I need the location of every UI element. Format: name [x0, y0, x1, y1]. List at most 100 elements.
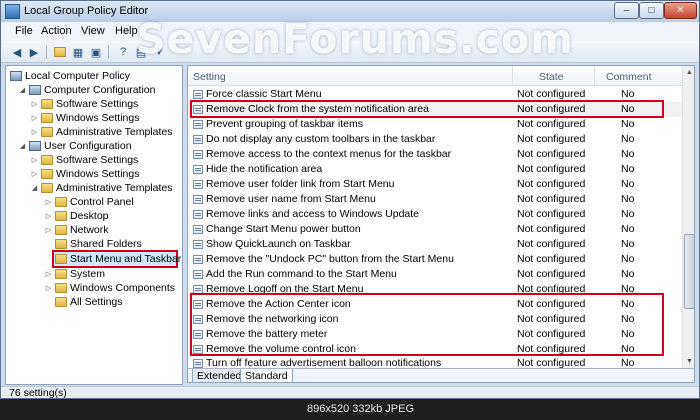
vertical-scrollbar[interactable]: ▲ ▼ — [682, 66, 694, 368]
tree-node-windows-settings[interactable]: ▷ Windows Settings — [30, 167, 140, 181]
folder-icon — [55, 225, 67, 235]
setting-row[interactable]: Do not display any custom toolbars in th… — [188, 132, 682, 147]
tree-node-start-menu-and-taskbar[interactable]: Start Menu and Taskbar — [44, 252, 181, 266]
collapse-arrow-icon[interactable]: ▷ — [30, 128, 39, 136]
policy-setting-icon — [193, 300, 203, 309]
setting-row[interactable]: Change Start Menu power button Not config… — [188, 222, 682, 237]
user-icon — [29, 141, 41, 151]
collapse-arrow-icon[interactable]: ▷ — [44, 270, 53, 278]
policy-setting-icon — [193, 240, 203, 249]
menu-bar: File Action View Help — [1, 22, 699, 41]
folder-icon — [41, 113, 53, 123]
collapse-arrow-icon[interactable]: ▷ — [44, 198, 53, 206]
scroll-thumb[interactable] — [684, 234, 694, 309]
expand-arrow-icon[interactable]: ◢ — [18, 86, 27, 94]
tree-node-windows-components[interactable]: ▷ Windows Components — [44, 281, 175, 295]
folder-icon — [41, 183, 53, 193]
tree-node-windows-settings[interactable]: ▷ Windows Settings — [30, 111, 140, 125]
properties-icon[interactable]: ▤ — [133, 44, 149, 60]
folder-icon — [41, 127, 53, 137]
tree-node-administrative-templates[interactable]: ▷ Administrative Templates — [30, 125, 173, 139]
filter-icon[interactable]: ▼ — [151, 44, 167, 60]
setting-row[interactable]: Remove Logoff on the Start Menu Not confi… — [188, 282, 682, 297]
folder-icon — [41, 99, 53, 109]
menu-file[interactable]: File — [15, 25, 33, 37]
folder-up-icon[interactable] — [52, 44, 68, 60]
settings-icon — [55, 297, 67, 307]
setting-row[interactable]: Remove links and access to Windows Updat… — [188, 207, 682, 222]
setting-row[interactable]: Remove access to the context menus for t… — [188, 147, 682, 162]
show-hide-tree-icon[interactable]: ▦ — [70, 44, 86, 60]
folder-icon — [55, 239, 67, 249]
tab-standard[interactable]: Standard — [240, 369, 293, 382]
tree-node-all-settings[interactable]: All Settings — [44, 295, 123, 309]
setting-row[interactable]: Remove user name from Start Menu Not conf… — [188, 192, 682, 207]
setting-row[interactable]: Show QuickLaunch on Taskbar Not configure… — [188, 237, 682, 252]
tree-node-software-settings[interactable]: ▷ Software Settings — [30, 153, 139, 167]
toolbar: ◀ ▶ ▦ ▣ ? ▤ ▼ — [1, 41, 699, 63]
policy-setting-icon — [193, 315, 203, 324]
back-arrow-icon[interactable]: ◀ — [9, 44, 25, 60]
setting-row[interactable]: Remove user folder link from Start Menu N… — [188, 177, 682, 192]
expand-arrow-icon[interactable]: ◢ — [18, 142, 27, 150]
status-bar: 76 setting(s) — [1, 386, 699, 398]
folder-icon — [41, 155, 53, 165]
computer-icon — [29, 85, 41, 95]
menu-view[interactable]: View — [81, 25, 105, 37]
setting-row[interactable]: Add the Run command to the Start Menu Not… — [188, 267, 682, 282]
tree-node-desktop[interactable]: ▷ Desktop — [44, 209, 109, 223]
tree-node-computer-configuration[interactable]: ◢ Computer Configuration — [18, 83, 156, 97]
collapse-arrow-icon[interactable]: ▷ — [30, 114, 39, 122]
setting-row[interactable]: Force classic Start Menu Not configured No — [188, 87, 682, 102]
policy-setting-icon — [193, 285, 203, 294]
collapse-arrow-icon[interactable]: ▷ — [44, 212, 53, 220]
tree-node-control-panel[interactable]: ▷ Control Panel — [44, 195, 134, 209]
open-folder-icon — [55, 254, 67, 264]
maximize-button[interactable]: □ — [639, 2, 664, 19]
menu-help[interactable]: Help — [115, 25, 138, 37]
tree-node-user-configuration[interactable]: ◢ User Configuration — [18, 139, 132, 153]
setting-row[interactable]: Remove the volume control icon Not config… — [188, 342, 682, 357]
export-list-icon[interactable]: ▣ — [88, 44, 104, 60]
setting-row[interactable]: Remove Clock from the system notificatio… — [188, 102, 682, 117]
collapse-arrow-icon[interactable]: ▷ — [30, 100, 39, 108]
collapse-arrow-icon[interactable]: ▷ — [44, 226, 53, 234]
window-title: Local Group Policy Editor — [24, 5, 149, 17]
column-header-state[interactable]: State — [539, 71, 564, 83]
scroll-down-icon[interactable]: ▼ — [683, 355, 694, 368]
tree-pane: Local Computer Policy ◢ Computer Configu… — [5, 65, 183, 385]
close-button[interactable]: ✕ — [664, 2, 697, 19]
collapse-arrow-icon[interactable]: ▷ — [44, 284, 53, 292]
column-header-comment[interactable]: Comment — [606, 71, 652, 83]
collapse-arrow-icon[interactable]: ▷ — [30, 156, 39, 164]
collapse-arrow-icon[interactable]: ▷ — [30, 170, 39, 178]
policy-setting-icon — [193, 105, 203, 114]
tree-node-system[interactable]: ▷ System — [44, 267, 105, 281]
setting-row[interactable]: Hide the notification area Not configured… — [188, 162, 682, 177]
policy-setting-icon — [193, 345, 203, 354]
menu-action[interactable]: Action — [41, 25, 72, 37]
column-header-setting[interactable]: Setting — [193, 71, 226, 83]
setting-row[interactable]: Remove the battery meter Not configured No — [188, 327, 682, 342]
setting-row[interactable]: Remove the networking icon Not configured… — [188, 312, 682, 327]
tree-node-local-computer-policy[interactable]: Local Computer Policy — [8, 69, 130, 83]
help-icon[interactable]: ? — [115, 44, 131, 60]
folder-icon — [55, 283, 67, 293]
scroll-up-icon[interactable]: ▲ — [683, 66, 694, 79]
setting-row[interactable]: Remove the "Undock PC" button from the S… — [188, 252, 682, 267]
tab-extended[interactable]: Extended — [192, 369, 247, 382]
tree-node-network[interactable]: ▷ Network — [44, 223, 109, 237]
tree-node-software-settings[interactable]: ▷ Software Settings — [30, 97, 139, 111]
minimize-button[interactable]: – — [614, 2, 639, 19]
forward-arrow-icon[interactable]: ▶ — [26, 44, 42, 60]
image-info-text: 896x520 332kb JPEG — [307, 403, 415, 415]
policy-setting-icon — [193, 180, 203, 189]
expand-arrow-icon[interactable]: ◢ — [30, 184, 39, 192]
tree-node-shared-folders[interactable]: Shared Folders — [44, 237, 142, 251]
setting-row[interactable]: Prevent grouping of taskbar items Not con… — [188, 117, 682, 132]
tree-node-administrative-templates[interactable]: ◢ Administrative Templates — [30, 181, 173, 195]
app-icon — [5, 4, 20, 19]
title-bar[interactable]: Local Group Policy Editor – □ ✕ — [1, 1, 699, 22]
setting-row[interactable]: Remove the Action Center icon Not configu… — [188, 297, 682, 312]
policy-setting-icon — [193, 150, 203, 159]
